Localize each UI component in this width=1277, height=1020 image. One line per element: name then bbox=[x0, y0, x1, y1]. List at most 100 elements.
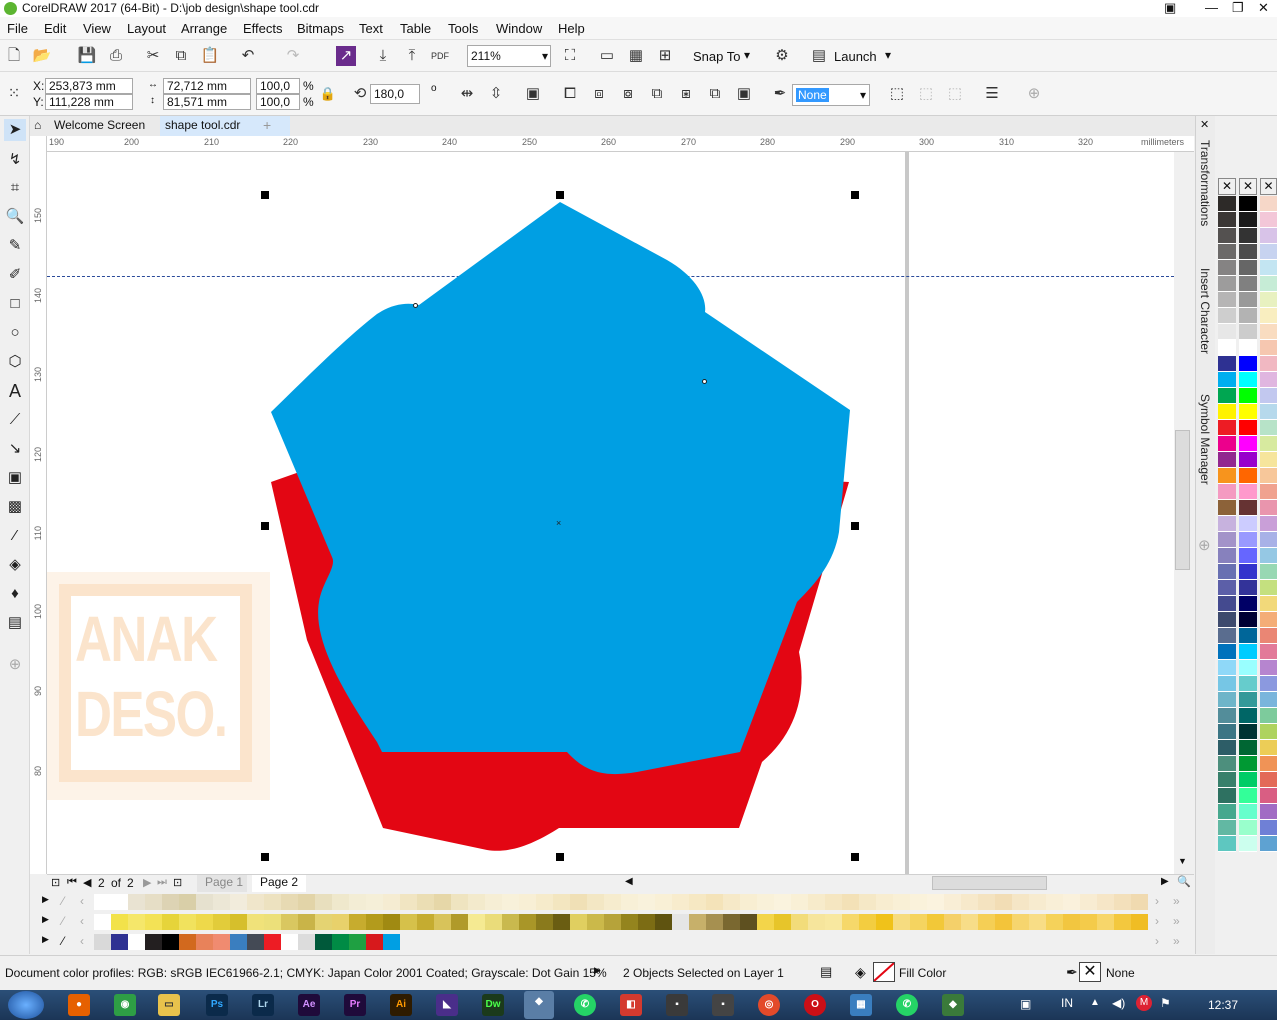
color-swatch[interactable] bbox=[1239, 644, 1257, 660]
artistic-media-icon[interactable]: ✐ bbox=[4, 264, 26, 286]
color-swatch[interactable] bbox=[383, 914, 400, 930]
coreldraw-taskbar-icon[interactable]: ◆ bbox=[524, 991, 554, 1019]
add-page-after-icon[interactable]: ⊡ bbox=[173, 876, 182, 889]
color-swatch[interactable] bbox=[1260, 308, 1277, 324]
color-swatch[interactable] bbox=[213, 914, 230, 930]
color-swatch[interactable] bbox=[825, 914, 842, 930]
show-grid-icon[interactable]: ▦ bbox=[626, 46, 646, 66]
color-swatch[interactable] bbox=[1239, 372, 1257, 388]
color-swatch[interactable] bbox=[1029, 894, 1046, 910]
color-swatch[interactable] bbox=[1239, 756, 1257, 772]
color-swatch[interactable] bbox=[298, 934, 315, 950]
color-swatch[interactable] bbox=[570, 914, 587, 930]
color-swatch[interactable] bbox=[1239, 612, 1257, 628]
color-swatch[interactable] bbox=[1260, 756, 1277, 772]
color-swatch[interactable] bbox=[519, 894, 536, 910]
color-swatch[interactable] bbox=[366, 914, 383, 930]
premiere-icon[interactable]: Pr bbox=[344, 994, 366, 1016]
color-swatch[interactable] bbox=[1218, 532, 1236, 548]
color-swatch[interactable] bbox=[1218, 324, 1236, 340]
color-swatch[interactable] bbox=[1012, 894, 1029, 910]
scroll-right-icon[interactable]: › bbox=[1155, 934, 1159, 948]
selection-handle[interactable] bbox=[851, 191, 859, 199]
color-swatch[interactable] bbox=[1097, 914, 1114, 930]
color-swatch[interactable] bbox=[196, 894, 213, 910]
color-swatch[interactable] bbox=[162, 914, 179, 930]
color-swatch[interactable] bbox=[111, 934, 128, 950]
color-swatch[interactable] bbox=[1218, 772, 1236, 788]
color-swatch[interactable] bbox=[1260, 244, 1277, 260]
color-swatch[interactable] bbox=[1218, 228, 1236, 244]
color-swatch[interactable] bbox=[1260, 740, 1277, 756]
color-swatch[interactable] bbox=[179, 894, 196, 910]
tray-expand-icon[interactable]: ▲ bbox=[1090, 997, 1100, 1008]
color-swatch[interactable] bbox=[1260, 644, 1277, 660]
color-swatch[interactable] bbox=[1260, 420, 1277, 436]
group-icon[interactable]: ▣ bbox=[523, 84, 543, 104]
docker-tab-transformations[interactable]: Transformations bbox=[1198, 140, 1212, 226]
docker-tab-insert-character[interactable]: Insert Character bbox=[1198, 268, 1212, 354]
palette-row-swatches[interactable] bbox=[94, 912, 1148, 933]
menu-layout[interactable]: Layout bbox=[127, 21, 166, 36]
color-swatch[interactable] bbox=[1218, 756, 1236, 772]
color-swatch[interactable] bbox=[128, 914, 145, 930]
shape-tool-icon[interactable]: ↯ bbox=[4, 149, 26, 171]
color-swatch[interactable] bbox=[264, 894, 281, 910]
color-swatch[interactable] bbox=[995, 914, 1012, 930]
color-swatch[interactable] bbox=[519, 914, 536, 930]
cut-icon[interactable]: ✂ bbox=[143, 46, 163, 66]
color-swatch[interactable] bbox=[1239, 660, 1257, 676]
color-swatch[interactable] bbox=[842, 894, 859, 910]
redo-icon[interactable]: ↷ bbox=[283, 46, 303, 66]
color-swatch[interactable] bbox=[638, 894, 655, 910]
app-gray-icon[interactable]: ▪ bbox=[666, 994, 688, 1016]
menu-bitmaps[interactable]: Bitmaps bbox=[297, 21, 344, 36]
color-swatch[interactable] bbox=[1218, 740, 1236, 756]
file-explorer-icon[interactable]: ▭ bbox=[158, 994, 180, 1016]
color-swatch[interactable] bbox=[638, 914, 655, 930]
color-swatch[interactable] bbox=[1080, 894, 1097, 910]
color-swatch[interactable] bbox=[400, 894, 417, 910]
color-swatch[interactable] bbox=[689, 914, 706, 930]
color-swatch[interactable] bbox=[774, 894, 791, 910]
scroll-left-icon[interactable]: ◀ bbox=[625, 876, 633, 887]
color-swatch[interactable] bbox=[587, 894, 604, 910]
whatsapp-icon[interactable]: ✆ bbox=[896, 994, 918, 1016]
publish-pdf-icon[interactable]: PDF bbox=[430, 46, 450, 66]
color-swatch[interactable] bbox=[1218, 596, 1236, 612]
color-swatch[interactable] bbox=[1218, 660, 1236, 676]
app-dark-icon[interactable]: ▪ bbox=[712, 994, 734, 1016]
color-swatch[interactable] bbox=[1260, 564, 1277, 580]
color-profiles-text[interactable]: Document color profiles: RGB: sRGB IEC61… bbox=[5, 966, 607, 980]
color-swatch[interactable] bbox=[995, 894, 1012, 910]
color-swatch[interactable] bbox=[842, 914, 859, 930]
volume-icon[interactable]: ◀) bbox=[1112, 996, 1125, 1010]
intersect-icon[interactable]: ⧇ bbox=[618, 84, 638, 104]
y-position-field[interactable]: 111,228 mm bbox=[45, 94, 133, 110]
color-swatch[interactable] bbox=[162, 894, 179, 910]
color-swatch[interactable] bbox=[1260, 660, 1277, 676]
color-swatch[interactable] bbox=[1046, 894, 1063, 910]
print-icon[interactable]: ⎙ bbox=[106, 46, 126, 66]
scroll-down-icon[interactable]: ▼ bbox=[1178, 856, 1187, 866]
color-swatch[interactable] bbox=[1239, 388, 1257, 404]
color-swatch[interactable] bbox=[1260, 820, 1277, 836]
zoom-tool-icon[interactable]: 🔍 bbox=[4, 206, 26, 228]
color-swatch[interactable] bbox=[111, 894, 128, 910]
color-swatch[interactable] bbox=[1218, 612, 1236, 628]
node-point[interactable] bbox=[702, 379, 707, 384]
color-swatch[interactable] bbox=[1218, 452, 1236, 468]
photoshop-icon[interactable]: Ps bbox=[206, 994, 228, 1016]
color-swatch[interactable] bbox=[145, 914, 162, 930]
color-swatch[interactable] bbox=[230, 934, 247, 950]
interactive-fill-icon[interactable]: ◈ bbox=[4, 554, 26, 576]
clock-time[interactable]: 12:37 bbox=[1208, 998, 1238, 1012]
palette-flyout-icon[interactable]: » bbox=[1173, 934, 1180, 948]
color-swatch[interactable] bbox=[315, 914, 332, 930]
color-swatch[interactable] bbox=[417, 914, 434, 930]
copy-icon[interactable]: ⧉ bbox=[171, 46, 191, 66]
dreamweaver-icon[interactable]: Dw bbox=[482, 994, 504, 1016]
color-swatch[interactable] bbox=[1239, 836, 1257, 852]
color-swatch[interactable] bbox=[1218, 484, 1236, 500]
selection-handle[interactable] bbox=[261, 853, 269, 861]
